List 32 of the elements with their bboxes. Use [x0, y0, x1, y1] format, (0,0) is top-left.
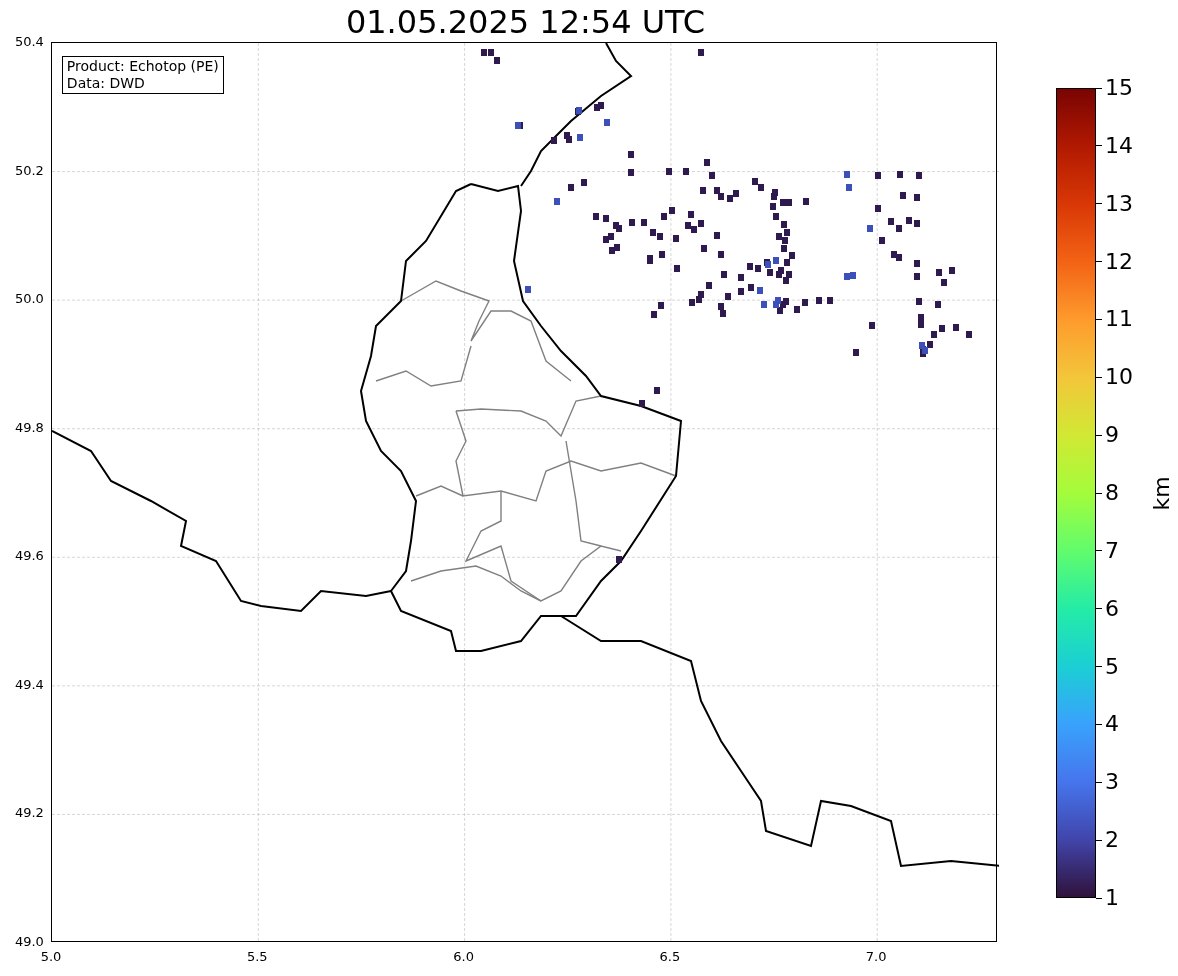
colorbar-tick-label: 14 — [1104, 132, 1133, 159]
axis-tick-label: 6.0 — [453, 949, 474, 965]
axis-tick-label: 49.8 — [14, 419, 44, 436]
colorbar-tick-label: 8 — [1104, 480, 1119, 506]
axis-tick-label: 6.5 — [659, 949, 681, 965]
axis-tick-label: 50.0 — [14, 291, 44, 308]
colorbar-label: km — [1147, 475, 1175, 511]
colorbar-tick-label: 5 — [1104, 653, 1119, 680]
colorbar-tick-label: 12 — [1104, 248, 1133, 275]
plot-title: 01.05.2025 12:54 UTC — [345, 2, 706, 42]
colorbar-tick-label: 9 — [1104, 422, 1119, 449]
colorbar-tick-label: 1 — [1104, 885, 1119, 911]
axis-tick-label: 49.2 — [14, 805, 44, 822]
colorbar-tick-label: 11 — [1104, 306, 1133, 333]
colorbar-tick-label: 10 — [1104, 364, 1133, 391]
axis-tick-label: 49.6 — [14, 548, 44, 565]
colorbar-tick-label: 7 — [1104, 537, 1119, 564]
axis-tick-label: 49.0 — [14, 934, 44, 950]
axis-tick-label: 50.4 — [14, 34, 44, 50]
colorbar-tick-label: 13 — [1104, 190, 1133, 217]
axis-tick-label: 50.2 — [14, 162, 44, 179]
axis-tick-label: 49.4 — [14, 676, 44, 693]
colorbar-tick-label: 6 — [1104, 595, 1119, 622]
axis-tick-label: 7.0 — [865, 949, 887, 965]
colorbar-tick-label: 2 — [1104, 827, 1119, 854]
colorbar-tick-label: 4 — [1104, 711, 1119, 738]
info-text: Product: Echotop (PE) — [66, 58, 219, 75]
axis-tick-label: 5.5 — [246, 949, 268, 965]
info-text: Data: DWD — [66, 75, 146, 92]
axis-tick-label: 5.0 — [40, 949, 62, 965]
colorbar-tick-label: 3 — [1104, 769, 1119, 796]
colorbar-tick-label: 15 — [1104, 75, 1133, 101]
